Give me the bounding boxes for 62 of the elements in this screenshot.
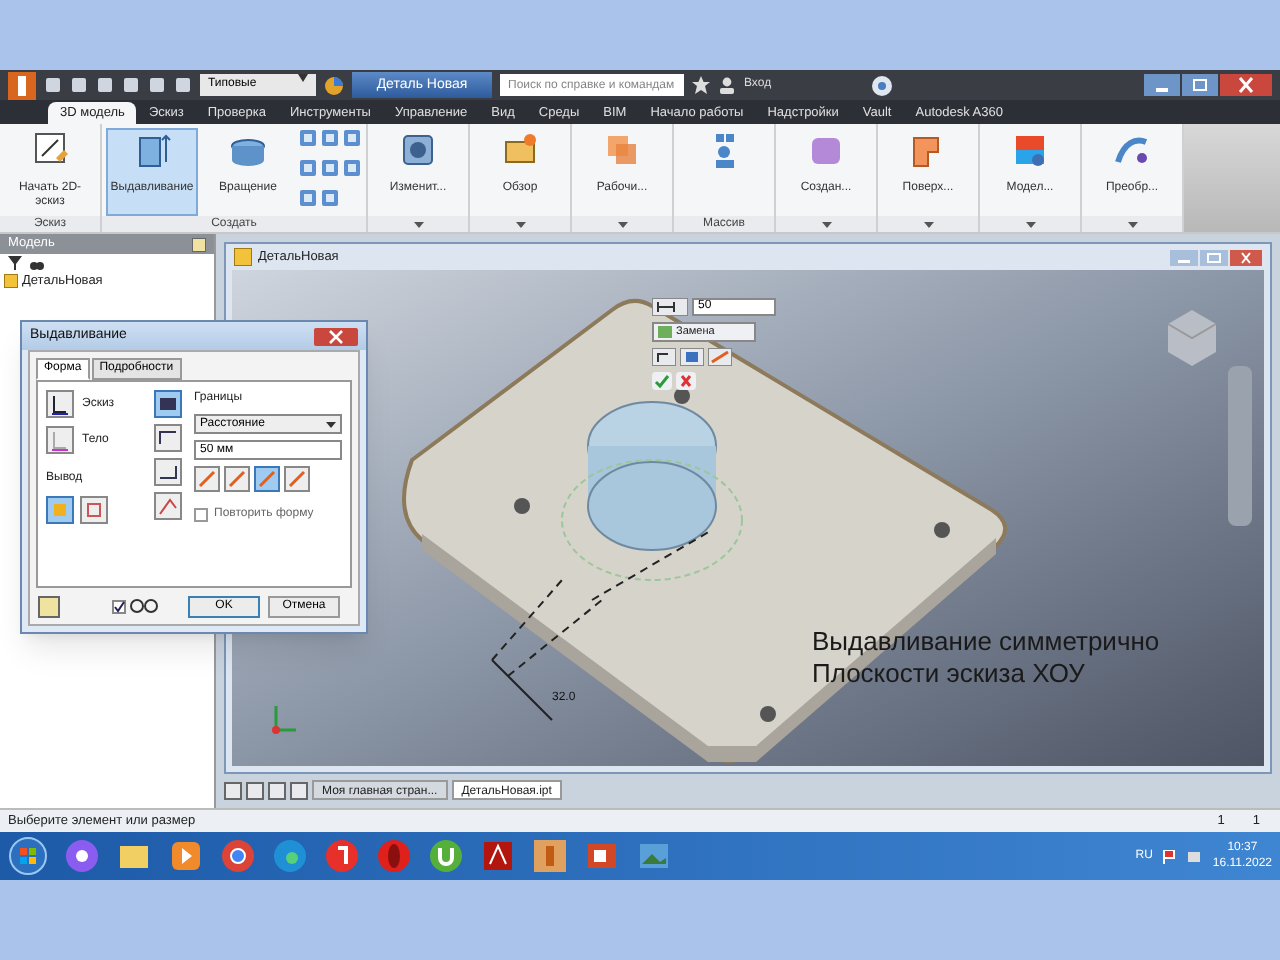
direction-icon[interactable] <box>254 466 280 492</box>
distance-mode-icon[interactable] <box>652 298 688 316</box>
direction-icon[interactable] <box>194 466 220 492</box>
solid-output-icon[interactable] <box>46 496 74 524</box>
hole <box>934 522 950 538</box>
start-button-icon[interactable] <box>8 836 48 876</box>
glasses-icon[interactable] <box>130 598 158 614</box>
caret-icon[interactable] <box>617 221 627 227</box>
solid-select-icon[interactable] <box>46 426 74 454</box>
close-icon[interactable] <box>314 327 358 345</box>
ribbon-background <box>1184 124 1280 232</box>
taper-icon[interactable] <box>154 492 182 520</box>
boolean-icon[interactable] <box>680 348 704 366</box>
torrent-icon[interactable] <box>428 838 464 874</box>
color-wheel-icon[interactable] <box>324 75 344 95</box>
direction-icon[interactable] <box>224 466 250 492</box>
profile-select-icon[interactable] <box>46 390 74 418</box>
join-icon[interactable] <box>154 390 182 418</box>
help-icon[interactable] <box>38 595 60 617</box>
close-icon[interactable] <box>1230 249 1262 265</box>
network-icon[interactable] <box>1186 849 1203 863</box>
cancel-icon[interactable] <box>676 372 696 390</box>
caret-icon[interactable] <box>923 221 933 227</box>
star-icon[interactable] <box>692 76 710 94</box>
checkmark-icon[interactable] <box>652 372 672 390</box>
assistant-icon[interactable] <box>64 838 100 874</box>
user-icon[interactable] <box>718 76 736 94</box>
flag-icon[interactable] <box>1162 849 1177 863</box>
binoculars-icon[interactable] <box>30 256 44 270</box>
media-player-icon[interactable] <box>168 838 204 874</box>
caret-icon[interactable] <box>413 221 423 227</box>
caret-icon[interactable] <box>515 221 525 227</box>
pdf-icon[interactable] <box>480 838 516 874</box>
presentation-icon[interactable] <box>584 838 620 874</box>
app-logo-icon[interactable] <box>8 71 36 99</box>
close-icon[interactable] <box>1220 74 1272 96</box>
help-icon[interactable] <box>872 75 892 95</box>
simulation-icon <box>1010 130 1050 170</box>
hole <box>760 706 776 722</box>
work-icon <box>602 130 642 170</box>
minimize-icon[interactable] <box>1144 74 1180 96</box>
direction-icon[interactable] <box>284 466 310 492</box>
direction-icon[interactable] <box>708 348 732 366</box>
caret-icon[interactable] <box>326 421 336 427</box>
caret-icon[interactable] <box>821 221 831 227</box>
intersect-icon[interactable] <box>154 458 182 486</box>
hole <box>514 498 530 514</box>
browser-icon[interactable] <box>220 838 256 874</box>
caret-icon[interactable] <box>298 74 308 82</box>
profile-icon[interactable] <box>652 348 676 366</box>
browser-icon[interactable] <box>272 838 308 874</box>
checked-box-icon[interactable] <box>112 599 126 613</box>
modify-icon <box>398 130 438 170</box>
checkbox[interactable] <box>194 508 208 522</box>
caret-icon[interactable] <box>1025 221 1035 227</box>
hole <box>674 388 690 404</box>
maximize-icon[interactable] <box>1182 74 1218 96</box>
cut-icon[interactable] <box>154 424 182 452</box>
surface-output-icon[interactable] <box>80 496 108 524</box>
browser-icon[interactable] <box>324 838 360 874</box>
caret-icon[interactable] <box>1127 221 1137 227</box>
coordinate-triad-icon <box>272 704 298 734</box>
